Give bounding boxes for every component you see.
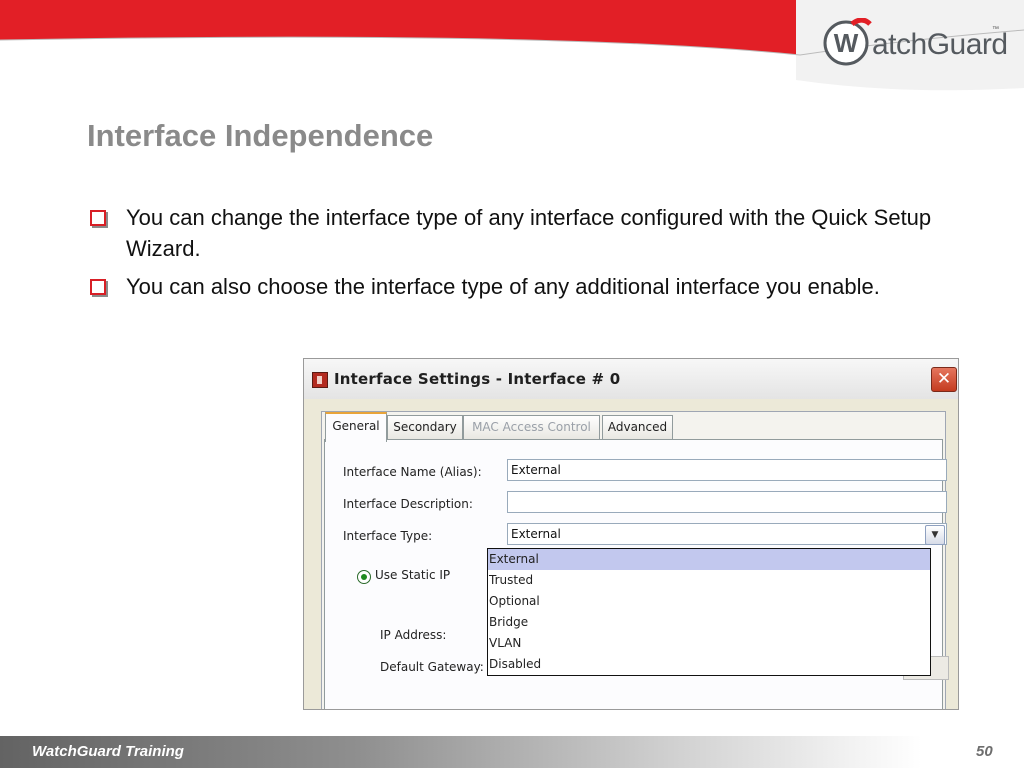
option-trusted[interactable]: Trusted [488,570,930,591]
tab-general[interactable]: General [325,412,387,442]
dialog-titlebar: Interface Settings - Interface # 0 ✕ [304,359,958,399]
checkbox-bullet-icon [90,210,106,226]
close-button[interactable]: ✕ [931,367,957,392]
option-external[interactable]: External [488,549,930,570]
interface-type-value: External [511,527,561,541]
interface-type-select[interactable]: External ▼ [507,523,947,545]
ip-address-label: IP Address: [380,628,447,642]
interface-type-label: Interface Type: [343,529,433,543]
default-gateway-label: Default Gateway: [380,660,484,674]
list-item: You can change the interface type of any… [88,202,938,264]
interface-type-options[interactable]: External Trusted Optional Bridge VLAN Di… [487,548,931,676]
chevron-down-icon[interactable]: ▼ [925,525,945,545]
tab-mac-access-control[interactable]: MAC Access Control [463,415,600,439]
footer-bar: WatchGuard Training [0,736,1024,768]
svg-text:W: W [834,28,859,58]
tab-advanced[interactable]: Advanced [602,415,673,439]
dialog-title: Interface Settings - Interface # 0 [334,370,621,388]
interface-name-input[interactable]: External [507,459,947,481]
footer-text: WatchGuard Training [32,743,184,760]
static-ip-label: Use Static IP [375,568,451,582]
interface-name-label: Interface Name (Alias): [343,465,482,479]
tab-secondary[interactable]: Secondary [387,415,463,439]
general-tab-content: Interface Name (Alias): External Interfa… [324,439,949,709]
firebox-icon [312,372,328,388]
option-bridge[interactable]: Bridge [488,612,930,633]
checkbox-bullet-icon [90,279,106,295]
static-ip-radio[interactable] [357,570,371,584]
page-number: 50 [976,743,993,760]
slide-title: Interface Independence [87,118,434,153]
option-optional[interactable]: Optional [488,591,930,612]
interface-description-input[interactable] [507,491,947,513]
logo-trademark: ™ [992,26,999,33]
logo-mark-icon: W [823,18,872,66]
watchguard-logo: W atchGuard ™ [822,14,1008,72]
interface-description-label: Interface Description: [343,497,473,511]
list-item: You can also choose the interface type o… [88,271,938,302]
option-vlan[interactable]: VLAN [488,633,930,654]
bullet-text: You can change the interface type of any… [126,205,932,261]
interface-settings-dialog: Interface Settings - Interface # 0 ✕ Gen… [303,358,959,710]
bullet-list: You can change the interface type of any… [88,202,938,309]
bullet-text: You can also choose the interface type o… [126,274,880,299]
logo-text: atchGuard [872,28,1008,61]
option-disabled[interactable]: Disabled [488,654,930,675]
